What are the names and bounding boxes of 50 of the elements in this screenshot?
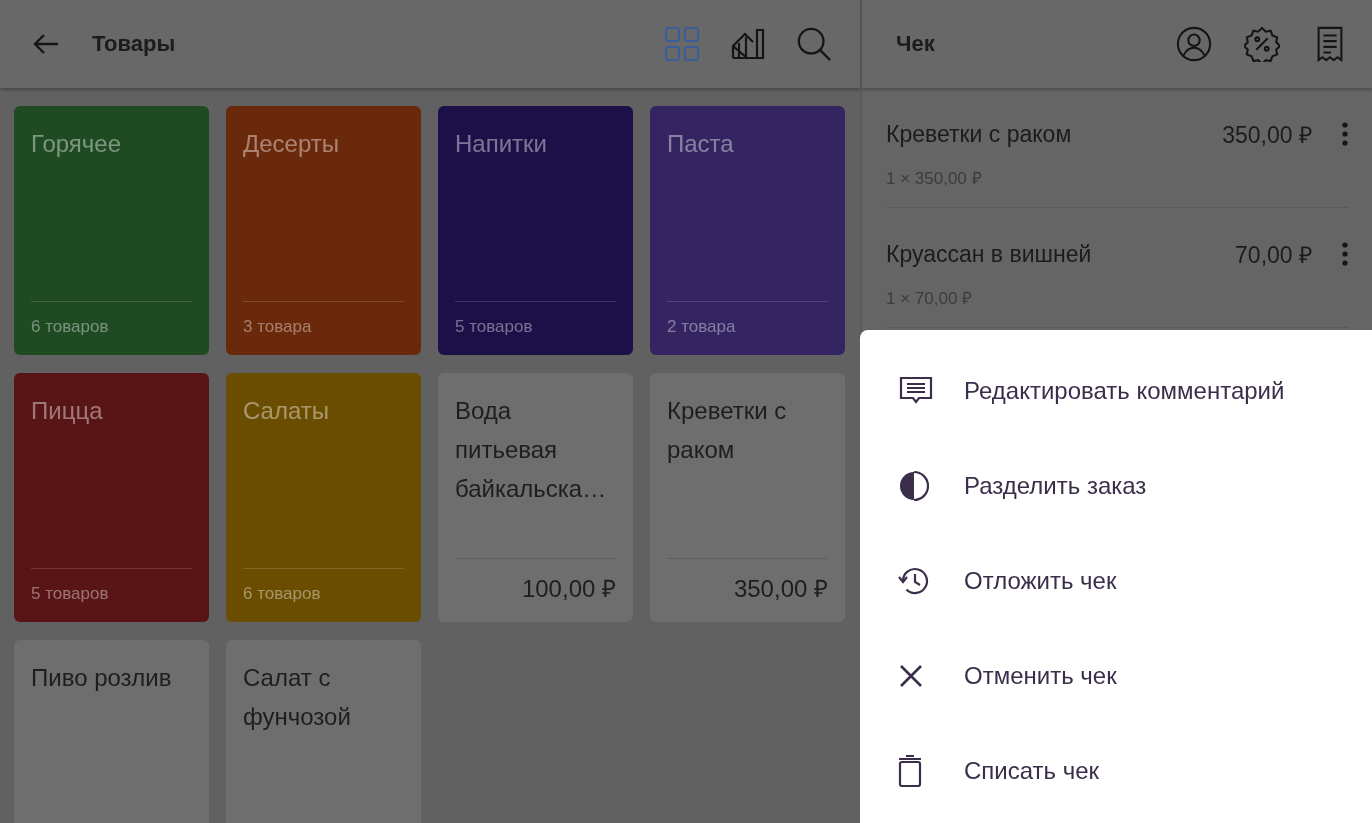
menu-item[interactable]: Отложить чек (860, 533, 1372, 628)
comment-icon (898, 375, 934, 406)
category-tile[interactable]: Десерты 3 товара (226, 106, 421, 355)
menu-item[interactable]: Редактировать комментарий (860, 343, 1372, 438)
product-count: 6 товаров (243, 568, 404, 604)
products-title: Товары (92, 31, 176, 57)
product-name: Креветки с раком (667, 396, 788, 465)
category-tile[interactable]: Напитки 5 товаров (438, 106, 633, 355)
search-icon[interactable] (796, 26, 832, 62)
product-name: Пиво розлив (31, 663, 173, 693)
product-name: Вода питьевая байкальска… (455, 396, 608, 504)
item-name: Креветки с раком (886, 120, 1073, 148)
category-name: Пицца (31, 396, 104, 426)
category-tile[interactable]: Салаты 6 товаров (226, 373, 421, 622)
back-arrow-icon[interactable] (32, 32, 60, 56)
product-count: 5 товаров (455, 301, 616, 337)
user-icon[interactable] (1176, 26, 1212, 62)
product-count: 5 товаров (31, 568, 192, 604)
history-icon (898, 565, 930, 596)
category-tile[interactable]: Горячее 6 товаров (14, 106, 209, 355)
product-tile[interactable]: Креветки с раком 350,00 ₽ (650, 373, 845, 622)
item-total: 350,00 ₽ (1222, 121, 1312, 150)
half-circle-icon (898, 469, 930, 502)
category-name: Паста (667, 129, 735, 159)
more-options-icon[interactable] (1342, 242, 1348, 266)
product-price: 100,00 ₽ (455, 558, 616, 604)
product-count: 6 товаров (31, 301, 192, 337)
product-tile[interactable]: Салат с фунчозой (226, 640, 421, 823)
discount-badge-icon[interactable] (1244, 26, 1280, 62)
category-tile[interactable]: Паста 2 товара (650, 106, 845, 355)
close-icon (898, 662, 924, 689)
category-tile[interactable]: Пицца 5 товаров (14, 373, 209, 622)
product-price: 350,00 ₽ (667, 558, 828, 604)
trash-icon (898, 753, 922, 788)
product-count: 3 товара (243, 301, 404, 337)
category-name: Напитки (455, 129, 548, 159)
menu-item[interactable]: Списать чек (860, 723, 1372, 818)
item-name: Круассан в вишней (886, 240, 1093, 268)
more-options-icon[interactable] (1342, 122, 1348, 146)
product-name: Салат с фунчозой (243, 663, 352, 732)
category-name: Десерты (243, 129, 340, 159)
menu-item[interactable]: Отменить чек (860, 628, 1372, 723)
item-total: 70,00 ₽ (1235, 241, 1312, 270)
category-name: Горячее (31, 129, 122, 159)
product-count: 2 товара (667, 301, 828, 337)
product-tile[interactable]: Пиво розлив (14, 640, 209, 823)
category-name: Салаты (243, 396, 330, 426)
product-tile[interactable]: Вода питьевая байкальска… 100,00 ₽ (438, 373, 633, 622)
receipt-title: Чек (896, 31, 935, 57)
menu-item[interactable]: Разделить заказ (860, 438, 1372, 533)
